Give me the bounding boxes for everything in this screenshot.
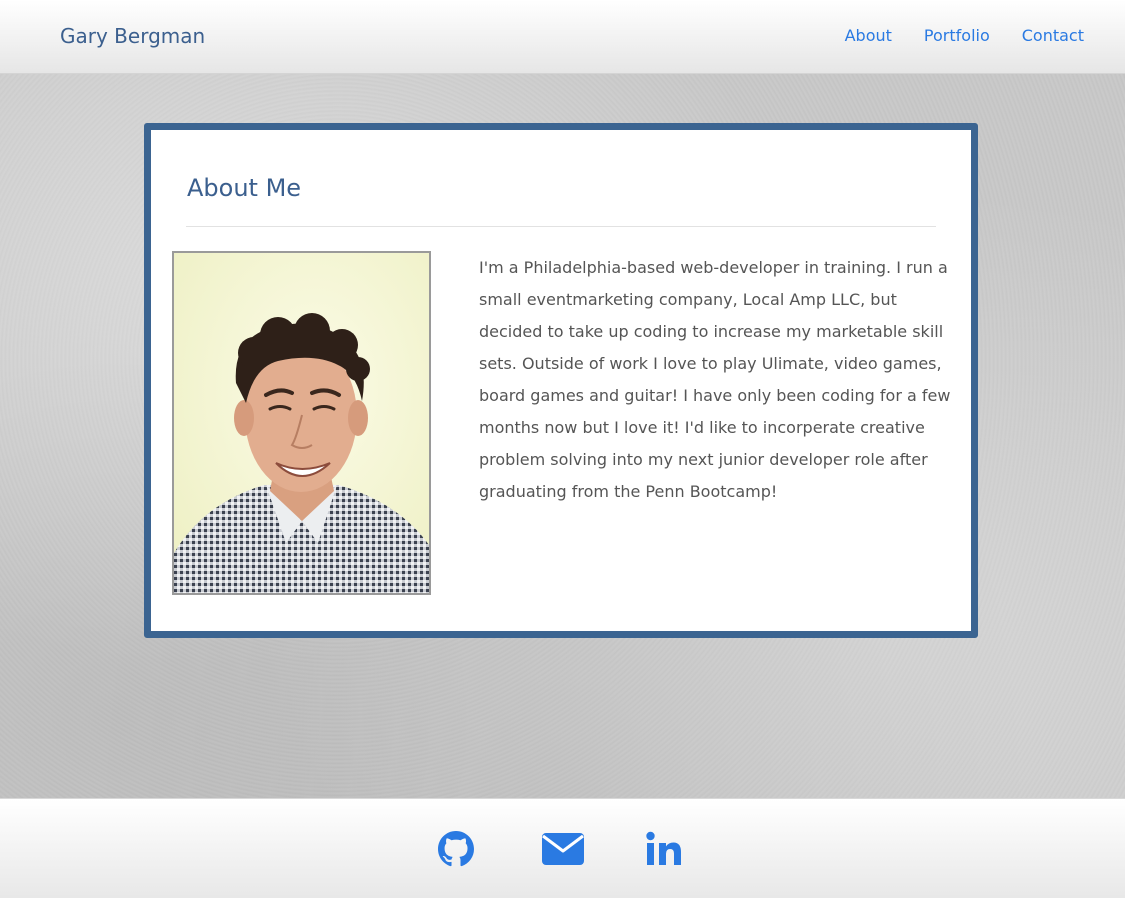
navbar: Gary Bergman About Portfolio Contact bbox=[0, 0, 1125, 74]
github-icon[interactable] bbox=[438, 831, 474, 867]
bio-text: I'm a Philadelphia-based web-developer i… bbox=[479, 258, 951, 501]
portrait-photo bbox=[174, 253, 429, 593]
title-divider bbox=[186, 226, 936, 227]
envelope-icon[interactable] bbox=[542, 833, 584, 865]
nav-link-portfolio[interactable]: Portfolio bbox=[924, 24, 990, 48]
nav-link-contact[interactable]: Contact bbox=[1022, 24, 1084, 48]
linkedin-icon[interactable] bbox=[646, 831, 682, 867]
profile-photo bbox=[172, 251, 431, 595]
nav-link-about[interactable]: About bbox=[845, 24, 892, 48]
about-card: About Me I'm a Philadelphia-based web-de… bbox=[144, 123, 978, 638]
brand-link[interactable]: Gary Bergman bbox=[60, 22, 205, 50]
about-title: About Me bbox=[187, 174, 302, 202]
nav-links: About Portfolio Contact bbox=[845, 24, 1084, 48]
footer bbox=[0, 798, 1125, 898]
